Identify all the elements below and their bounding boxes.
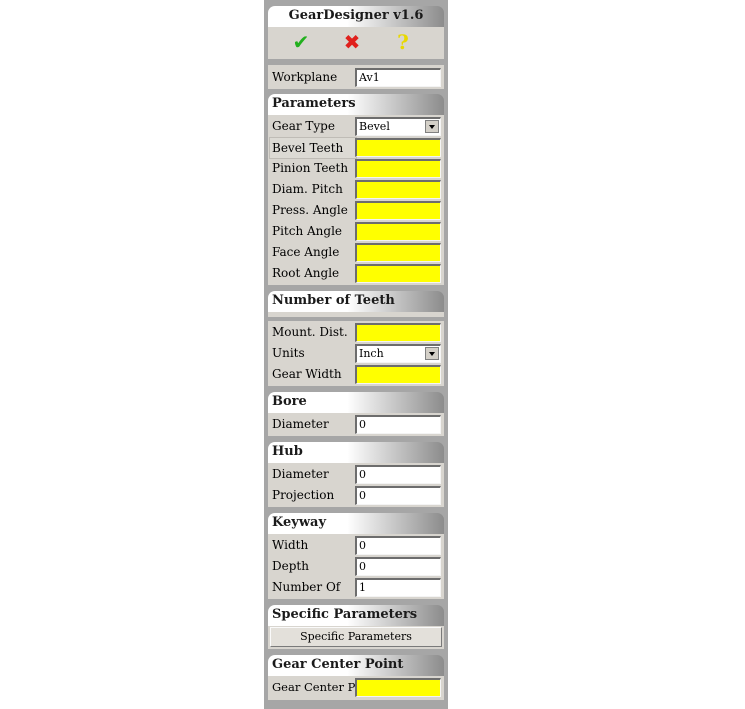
keyway-header: Keyway — [268, 513, 444, 534]
bore-section: Diameter 0 — [268, 413, 444, 436]
parameters-header: Parameters — [268, 94, 444, 115]
gear-center-point-field[interactable] — [355, 678, 441, 697]
hub-projection-row: Projection 0 — [268, 485, 444, 505]
hub-header: Hub — [268, 442, 444, 463]
pitch-angle-row: Pitch Angle — [268, 221, 444, 241]
gear-width-row: Gear Width — [268, 364, 444, 384]
keyway-width-row: Width 0 — [268, 535, 444, 555]
pitch-angle-field[interactable] — [355, 222, 441, 241]
mount-dist-field[interactable] — [355, 323, 441, 342]
pinion-teeth-label: Pinion Teeth — [272, 161, 349, 175]
specific-parameters-section: Specific Parameters — [268, 626, 444, 649]
hub-diameter-row: Diameter 0 — [268, 464, 444, 484]
toolbar: ✔ ✖ ? — [268, 27, 444, 59]
gear-width-field[interactable] — [355, 365, 441, 384]
gear-type-select[interactable]: Bevel — [355, 117, 441, 136]
units-select[interactable]: Inch — [355, 344, 441, 363]
units-value: Inch — [359, 347, 384, 360]
pinion-teeth-row: Pinion Teeth — [268, 158, 444, 178]
bevel-teeth-label: Bevel Teeth — [269, 137, 357, 159]
gear-type-value: Bevel — [359, 120, 390, 133]
hub-diameter-field[interactable]: 0 — [355, 465, 441, 484]
gear-center-point-section: Gear Center Point — [268, 676, 444, 700]
keyway-depth-row: Depth 0 — [268, 556, 444, 576]
root-angle-row: Root Angle — [268, 263, 444, 283]
pinion-teeth-field[interactable] — [355, 159, 441, 178]
keyway-section: Width 0 Depth 0 Number Of 1 — [268, 534, 444, 599]
keyway-number-of-row: Number Of 1 — [268, 577, 444, 597]
gear-center-point-row: Gear Center Point — [268, 677, 444, 697]
press-angle-row: Press. Angle — [268, 200, 444, 220]
keyway-number-of-field[interactable]: 1 — [355, 578, 441, 597]
workplane-label: Workplane — [272, 70, 338, 84]
keyway-depth-field[interactable]: 0 — [355, 557, 441, 576]
hub-projection-label: Projection — [272, 488, 335, 502]
root-angle-field[interactable] — [355, 264, 441, 283]
gear-type-row: Gear Type Bevel — [268, 116, 444, 136]
mount-dist-row: Mount. Dist. — [268, 322, 444, 342]
panel-title: GearDesigner v1.6 — [268, 6, 444, 27]
keyway-width-label: Width — [272, 538, 309, 552]
specific-parameters-header: Specific Parameters — [268, 605, 444, 626]
root-angle-label: Root Angle — [272, 266, 340, 280]
face-angle-field[interactable] — [355, 243, 441, 262]
hub-projection-field[interactable]: 0 — [355, 486, 441, 505]
keyway-number-of-label: Number Of — [272, 580, 341, 594]
units-label: Units — [272, 346, 305, 360]
gear-type-label: Gear Type — [272, 119, 335, 133]
bore-diameter-row: Diameter 0 — [268, 414, 444, 434]
diam-pitch-label: Diam. Pitch — [272, 182, 343, 196]
check-icon[interactable]: ✔ — [290, 31, 312, 53]
number-of-teeth-header: Number of Teeth — [268, 291, 444, 312]
pitch-angle-label: Pitch Angle — [272, 224, 343, 238]
press-angle-label: Press. Angle — [272, 203, 348, 217]
hub-section: Diameter 0 Projection 0 — [268, 463, 444, 507]
help-question-icon[interactable]: ? — [392, 31, 414, 53]
workplane-field[interactable]: Av1 — [355, 68, 441, 87]
bevel-teeth-field[interactable] — [355, 138, 441, 157]
number-of-teeth-strip — [268, 312, 444, 317]
keyway-width-field[interactable]: 0 — [355, 536, 441, 555]
bore-diameter-field[interactable]: 0 — [355, 415, 441, 434]
cancel-x-icon[interactable]: ✖ — [341, 31, 363, 53]
diam-pitch-field[interactable] — [355, 180, 441, 199]
bevel-teeth-row: Bevel Teeth — [268, 137, 444, 159]
diam-pitch-row: Diam. Pitch — [268, 179, 444, 199]
specific-parameters-button[interactable]: Specific Parameters — [270, 627, 442, 647]
bore-diameter-label: Diameter — [272, 417, 329, 431]
gear-width-label: Gear Width — [272, 367, 342, 381]
mount-dist-label: Mount. Dist. — [272, 325, 348, 339]
press-angle-field[interactable] — [355, 201, 441, 220]
face-angle-row: Face Angle — [268, 242, 444, 262]
bore-header: Bore — [268, 392, 444, 413]
chevron-down-icon[interactable] — [425, 347, 439, 360]
workplane-section: Workplane Av1 — [268, 65, 444, 89]
chevron-down-icon[interactable] — [425, 120, 439, 133]
gear-center-point-header: Gear Center Point — [268, 655, 444, 676]
face-angle-label: Face Angle — [272, 245, 340, 259]
parameters-section: Gear Type Bevel Bevel Teeth Pinion Teeth… — [268, 115, 444, 285]
hub-diameter-label: Diameter — [272, 467, 329, 481]
workplane-row: Workplane Av1 — [268, 67, 444, 87]
gear-designer-panel: GearDesigner v1.6 ✔ ✖ ? Workplane Av1 Pa… — [264, 0, 448, 709]
number-of-teeth-section: Mount. Dist. Units Inch Gear Width — [268, 321, 444, 386]
units-row: Units Inch — [268, 343, 444, 363]
keyway-depth-label: Depth — [272, 559, 309, 573]
